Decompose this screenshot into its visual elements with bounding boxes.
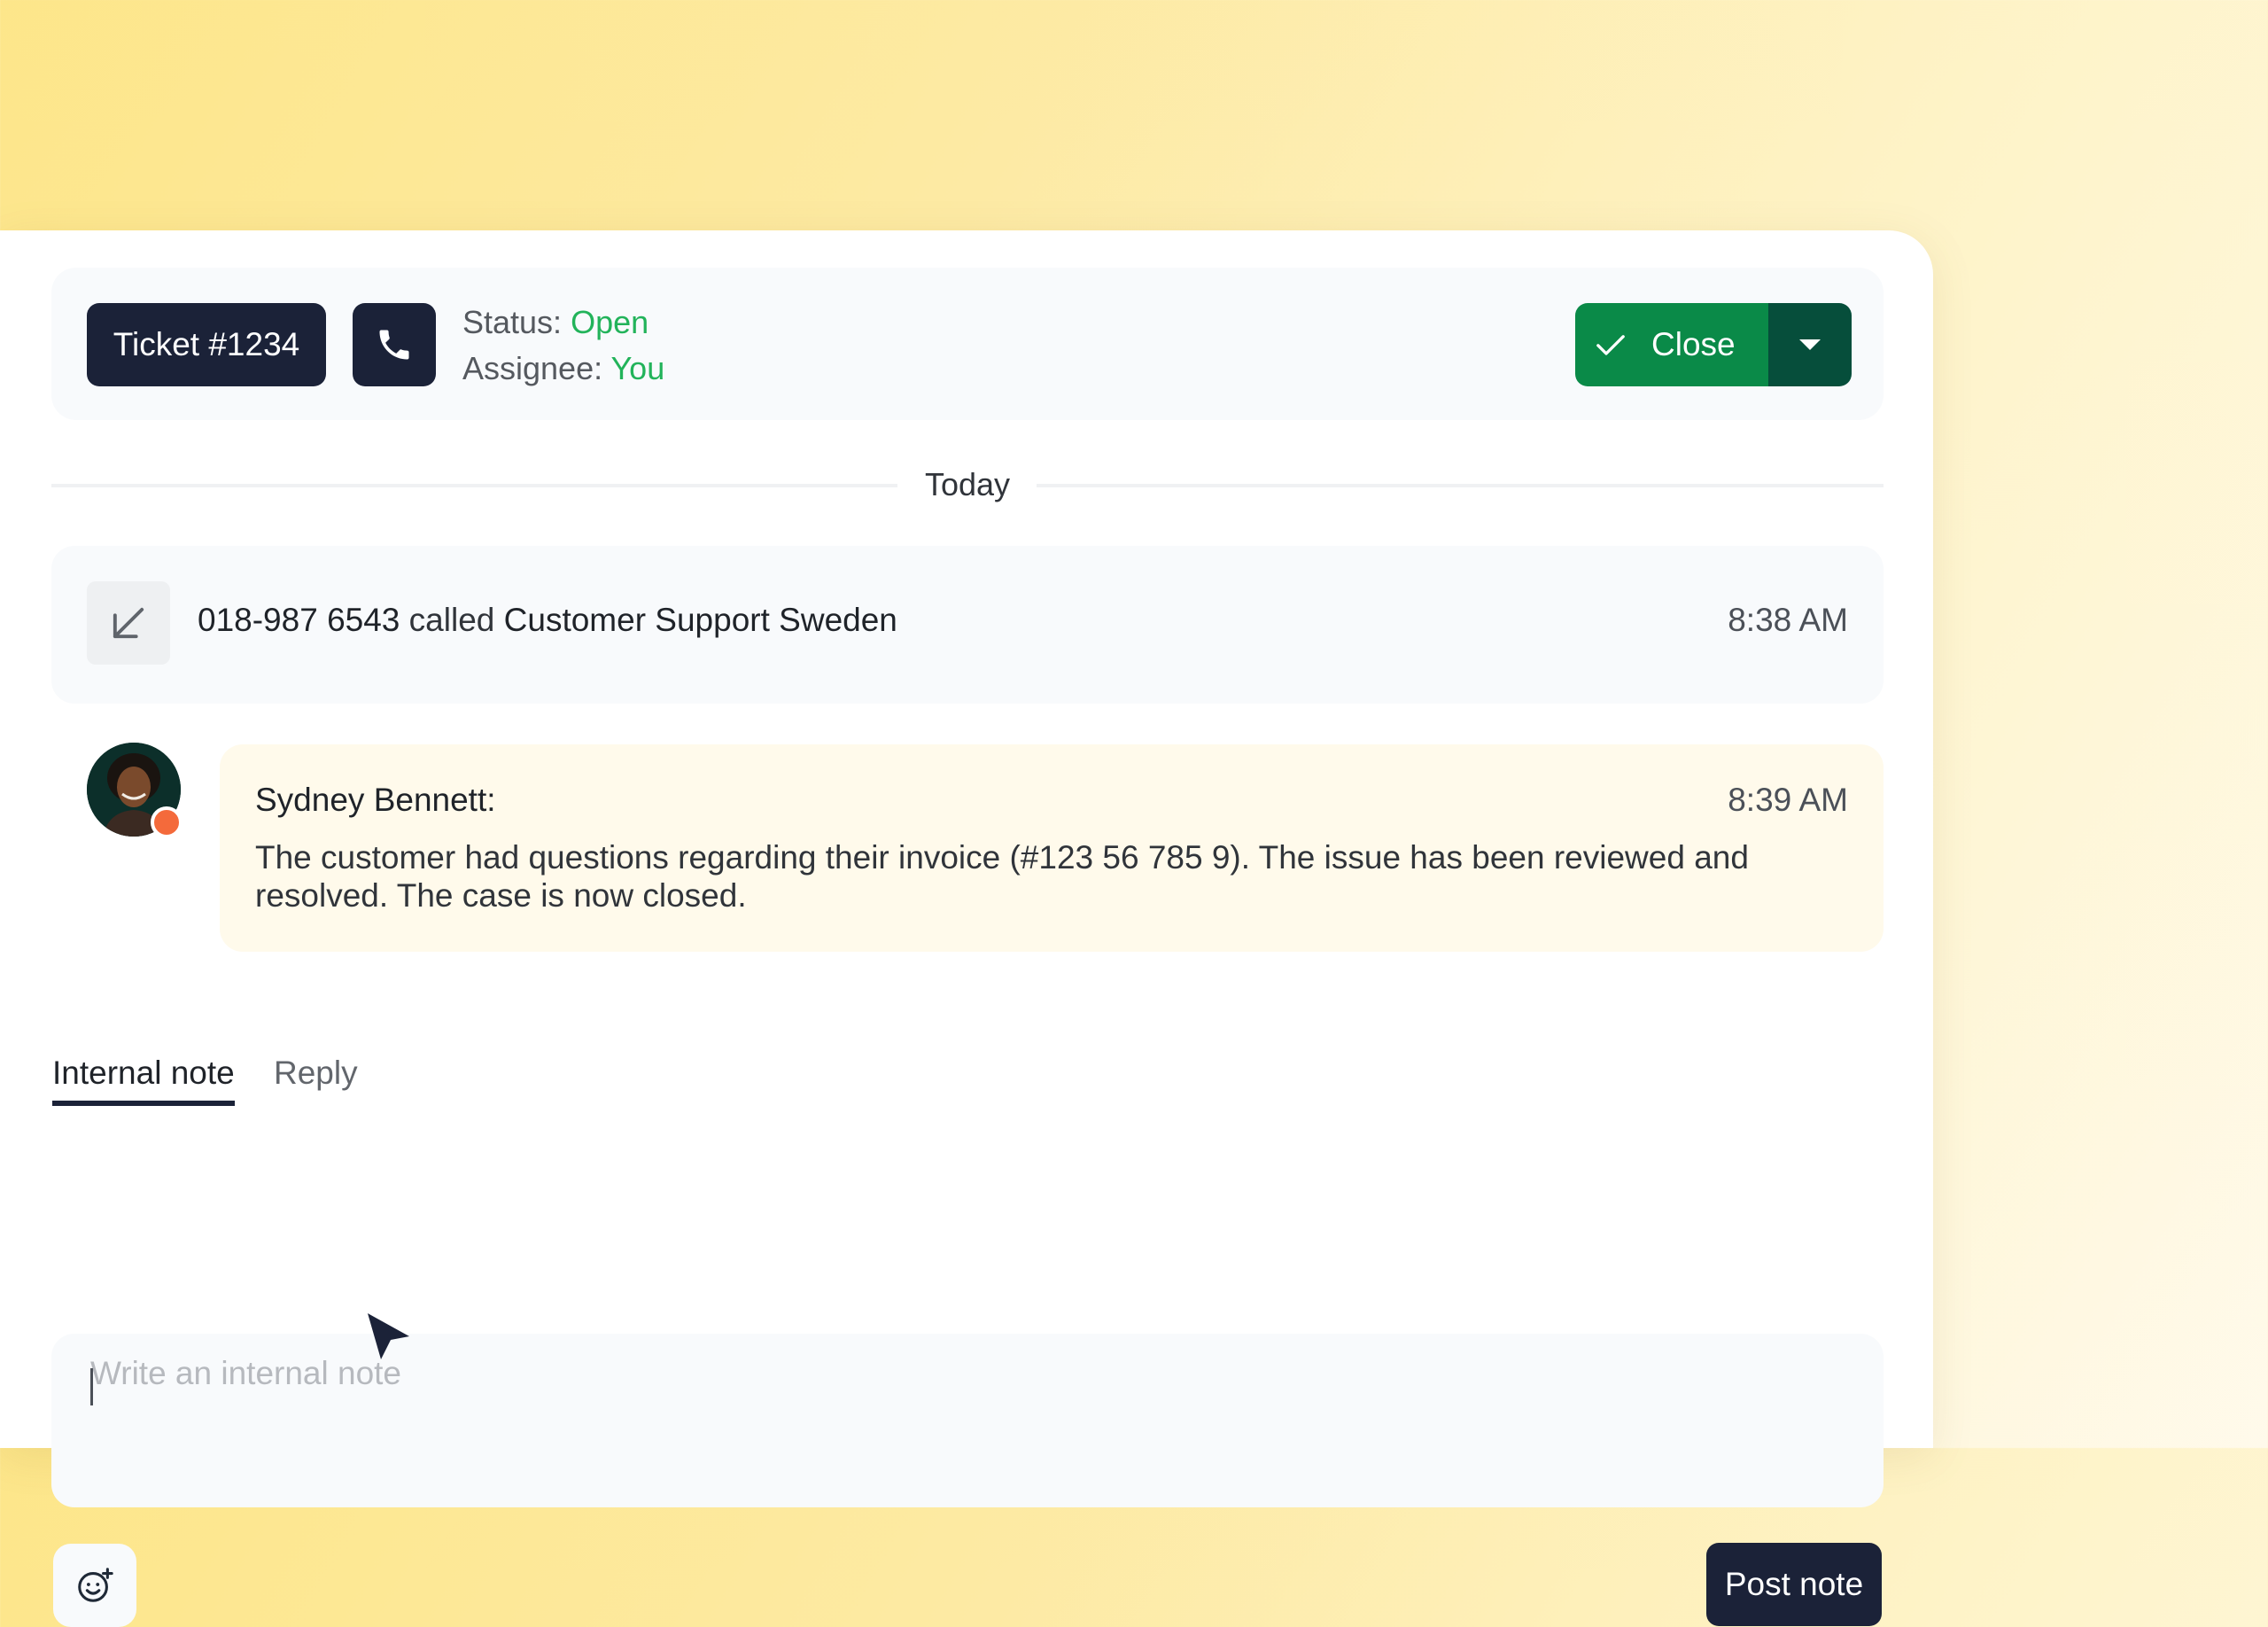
internal-note-message: Sydney Bennett: 8:39 AM The customer had… bbox=[220, 744, 1884, 952]
assignee-line: Assignee: You bbox=[462, 346, 664, 392]
status-label: Status: bbox=[462, 304, 563, 340]
divider-line-left bbox=[51, 484, 897, 487]
call-target: Customer Support Sweden bbox=[503, 602, 897, 638]
status-value: Open bbox=[571, 304, 649, 340]
text-caret bbox=[90, 1368, 93, 1405]
emoji-add-icon bbox=[78, 1568, 113, 1602]
call-description: 018-987 6543 called Customer Support Swe… bbox=[198, 602, 897, 639]
status-line: Status: Open bbox=[462, 300, 664, 346]
ticket-number-button[interactable]: Ticket #1234 bbox=[87, 303, 326, 386]
ticket-panel: Ticket #1234 Status: Open Assignee: You … bbox=[0, 230, 1933, 1627]
close-options-dropdown[interactable] bbox=[1768, 303, 1852, 386]
pointer-cursor-icon bbox=[368, 1313, 409, 1359]
call-verb: called bbox=[408, 602, 495, 638]
close-ticket-split-button: Close bbox=[1575, 303, 1852, 386]
call-timestamp: 8:38 AM bbox=[1728, 602, 1848, 638]
internal-note-input[interactable] bbox=[51, 1334, 1884, 1507]
ticket-meta: Status: Open Assignee: You bbox=[462, 300, 664, 392]
incoming-call-badge bbox=[87, 581, 170, 665]
close-label: Close bbox=[1651, 326, 1736, 362]
check-icon bbox=[1596, 335, 1625, 355]
caller-number: 018-987 6543 bbox=[198, 602, 400, 638]
call-log-entry: 018-987 6543 called Customer Support Swe… bbox=[51, 546, 1884, 704]
call-button[interactable] bbox=[353, 303, 436, 386]
tab-reply[interactable]: Reply bbox=[274, 1055, 358, 1092]
note-author: Sydney Bennett: bbox=[255, 782, 496, 818]
ticket-header: Ticket #1234 Status: Open Assignee: You … bbox=[51, 268, 1884, 420]
phone-icon bbox=[379, 330, 409, 360]
divider-line-right bbox=[1037, 484, 1884, 487]
assignee-label: Assignee: bbox=[462, 350, 603, 386]
presence-dot bbox=[151, 806, 183, 838]
assignee-value: You bbox=[610, 350, 665, 386]
post-note-button[interactable]: Post note bbox=[1706, 1543, 1882, 1626]
tab-internal-note[interactable]: Internal note bbox=[52, 1055, 235, 1106]
note-timestamp: 8:39 AM bbox=[1728, 782, 1848, 818]
close-ticket-button[interactable]: Close bbox=[1575, 303, 1768, 386]
emoji-button[interactable] bbox=[53, 1544, 136, 1627]
arrow-down-left-icon bbox=[113, 607, 144, 639]
note-body: The customer had questions regarding the… bbox=[255, 839, 1749, 914]
caret-down-icon bbox=[1799, 339, 1821, 350]
date-divider-label: Today bbox=[924, 466, 1011, 502]
avatar bbox=[87, 743, 183, 838]
